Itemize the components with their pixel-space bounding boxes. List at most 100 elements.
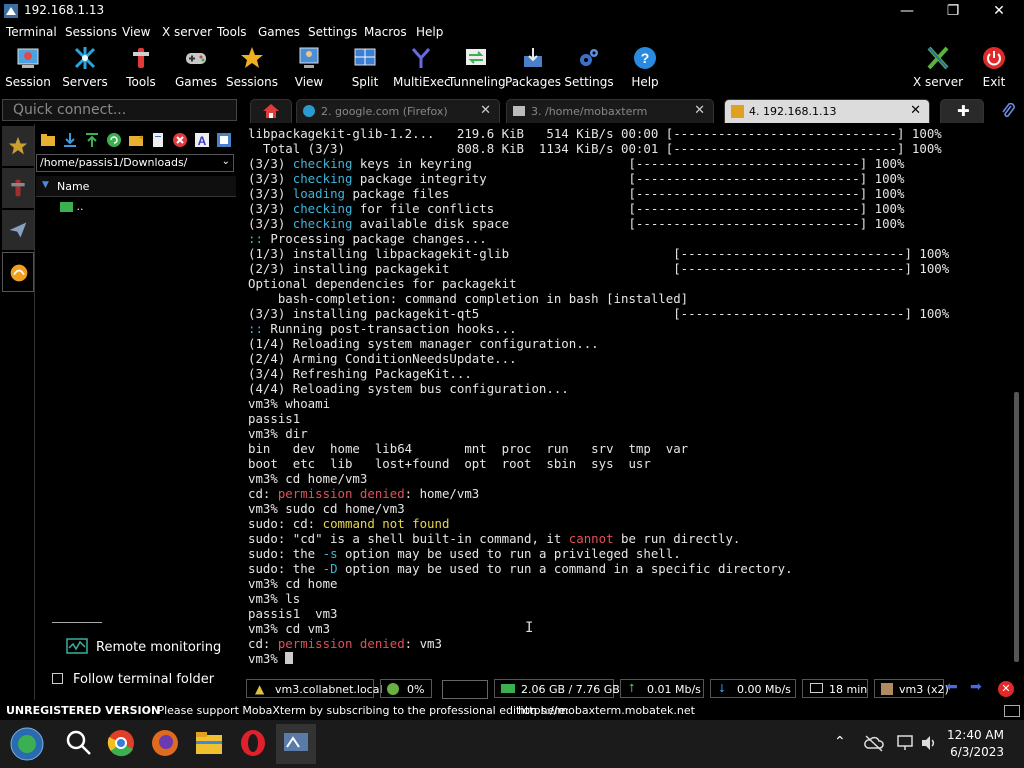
view-button[interactable]: View xyxy=(281,42,337,94)
title-bar: 192.168.1.13 — ❐ ✕ xyxy=(0,0,1024,22)
servers-button[interactable]: Servers xyxy=(57,42,113,94)
chrome-icon[interactable] xyxy=(106,728,136,758)
sidebar-tab-sessions[interactable] xyxy=(2,126,34,166)
delete-icon[interactable] xyxy=(172,132,188,148)
unregistered-label: UNREGISTERED VERSION xyxy=(6,704,161,717)
menu-settings[interactable]: Settings xyxy=(308,25,357,39)
tab-ssh-session[interactable]: 4. 192.168.1.13 ✕ xyxy=(724,99,930,123)
sidebar-tab-macros[interactable] xyxy=(2,210,34,250)
terminal-line: sudo: "cd" is a shell built-in command, … xyxy=(248,531,741,546)
checkbox-box[interactable] xyxy=(52,673,63,684)
rename-icon[interactable]: A xyxy=(194,132,210,148)
chevron-down-icon[interactable]: ⌄ xyxy=(222,156,230,167)
divider xyxy=(52,622,102,623)
status-cpu: 0% xyxy=(380,679,432,698)
new-folder-icon[interactable]: + xyxy=(128,132,144,148)
star-icon xyxy=(241,47,263,68)
games-icon xyxy=(186,53,206,64)
file-explorer-icon[interactable] xyxy=(194,728,224,758)
menu-tools[interactable]: Tools xyxy=(217,25,247,39)
sessions-button[interactable]: Sessions xyxy=(224,42,280,94)
menu-macros[interactable]: Macros xyxy=(364,25,407,39)
close-tab-icon[interactable]: ✕ xyxy=(694,103,705,118)
new-tab-button[interactable]: ✚ xyxy=(940,99,984,123)
exit-button[interactable]: Exit xyxy=(966,42,1022,94)
mobatek-link[interactable]: https://mobaxterm.mobatek.net xyxy=(518,704,695,717)
close-window-button[interactable]: ✕ xyxy=(976,0,1022,22)
menu-xserver[interactable]: X server xyxy=(162,25,212,39)
terminal-line: vm3% xyxy=(248,651,294,666)
window-toggle-icon[interactable] xyxy=(1004,705,1020,717)
tab-firefox[interactable]: 2. google.com (Firefox) ✕ xyxy=(296,99,500,123)
opera-icon[interactable] xyxy=(238,728,268,758)
close-session-icon[interactable]: ✕ xyxy=(998,681,1014,697)
refresh-icon[interactable] xyxy=(106,132,122,148)
search-icon[interactable] xyxy=(64,728,94,758)
multiexec-button[interactable]: MultiExec xyxy=(393,42,451,94)
menu-sessions[interactable]: Sessions xyxy=(65,25,117,39)
file-column-header[interactable]: ▼ Name xyxy=(36,176,236,197)
mobaxterm-taskbar-button[interactable] xyxy=(276,724,316,764)
terminal-line: libpackagekit-glib-1.2... 219.6 KiB 514 … xyxy=(248,126,942,141)
arrow-right-icon[interactable]: ➡ xyxy=(970,679,982,695)
terminal-line: (2/3) installing packagekit [-----------… xyxy=(248,261,950,276)
terminal-line: cd: permission denied: home/vm3 xyxy=(248,486,480,501)
menu-terminal[interactable]: Terminal xyxy=(6,25,57,39)
terminal-line: (3/3) loading package files [-----------… xyxy=(248,186,905,201)
clock-monitor-icon xyxy=(810,683,823,693)
tunneling-icon xyxy=(466,49,486,65)
help-button[interactable]: ? Help xyxy=(617,42,673,94)
tab-label: 4. 192.168.1.13 xyxy=(749,105,837,118)
start-orb-icon[interactable] xyxy=(10,727,44,761)
parent-folder-icon xyxy=(60,202,73,212)
sort-arrow-icon: ▼ xyxy=(42,180,49,190)
sidebar-tab-sftp[interactable] xyxy=(2,252,34,292)
menu-view[interactable]: View xyxy=(122,25,150,39)
download-arrow-icon: ⭣ xyxy=(719,681,725,695)
terminal-output[interactable]: libpackagekit-glib-1.2... 219.6 KiB 514 … xyxy=(244,126,1016,670)
firefox-icon[interactable] xyxy=(150,728,180,758)
file-list-item[interactable]: .. xyxy=(60,200,84,213)
session-button[interactable]: Session xyxy=(0,42,56,94)
arrow-left-icon[interactable]: ⬅ xyxy=(946,679,958,695)
star-icon xyxy=(8,136,28,155)
terminal-line: (3/4) Refreshing PackageKit... xyxy=(248,366,472,381)
upload-icon[interactable] xyxy=(84,132,100,148)
status-host: ▲ vm3.collabnet.local xyxy=(246,679,383,698)
volume-icon[interactable] xyxy=(920,734,938,752)
games-button[interactable]: Games xyxy=(168,42,224,94)
session-tab-bar: 2. google.com (Firefox) ✕ 3. /home/mobax… xyxy=(240,99,1024,123)
new-file-icon[interactable] xyxy=(150,132,166,148)
paperclip-icon[interactable] xyxy=(1000,103,1016,119)
split-button[interactable]: Split xyxy=(337,42,393,94)
download-icon[interactable] xyxy=(62,132,78,148)
maximize-button[interactable]: ❐ xyxy=(930,0,976,22)
minimize-button[interactable]: — xyxy=(884,0,930,22)
scrollbar-thumb[interactable] xyxy=(1014,392,1019,662)
properties-icon[interactable] xyxy=(216,132,232,148)
quick-connect-input[interactable]: Quick connect... xyxy=(2,99,237,121)
menu-games[interactable]: Games xyxy=(258,25,300,39)
network-icon[interactable] xyxy=(896,734,914,752)
taskbar-clock[interactable]: 12:40 AM 6/3/2023 xyxy=(947,728,1004,759)
menu-help[interactable]: Help xyxy=(416,25,443,39)
terminal-line: boot etc lib lost+found opt root sbin sy… xyxy=(248,456,651,471)
folder-up-icon[interactable] xyxy=(40,132,56,148)
tools-button[interactable]: Tools xyxy=(113,42,169,94)
sftp-path-field[interactable]: /home/passis1/Downloads/ ⌄ xyxy=(36,154,234,172)
close-tab-icon[interactable]: ✕ xyxy=(480,103,491,118)
packages-button[interactable]: Packages xyxy=(505,42,561,94)
terminal-line: vm3% cd vm3 xyxy=(248,621,331,636)
xserver-button[interactable]: X server xyxy=(910,42,966,94)
status-user: vm3 (x2) xyxy=(874,679,949,698)
sidebar-tab-tools[interactable] xyxy=(2,168,34,208)
tab-home-mobaxterm[interactable]: 3. /home/mobaxterm ✕ xyxy=(506,99,714,123)
cloud-offline-icon[interactable] xyxy=(864,734,884,752)
tunneling-button[interactable]: Tunneling xyxy=(448,42,506,94)
home-tab[interactable] xyxy=(250,99,292,123)
status-upload: ⭡ 0.01 Mb/s xyxy=(620,679,704,698)
show-hidden-icons-icon[interactable]: ⌃ xyxy=(834,734,846,750)
terminal-line: (3/3) checking package integrity [------… xyxy=(248,171,905,186)
settings-button[interactable]: Settings xyxy=(561,42,617,94)
close-tab-icon[interactable]: ✕ xyxy=(910,103,921,118)
